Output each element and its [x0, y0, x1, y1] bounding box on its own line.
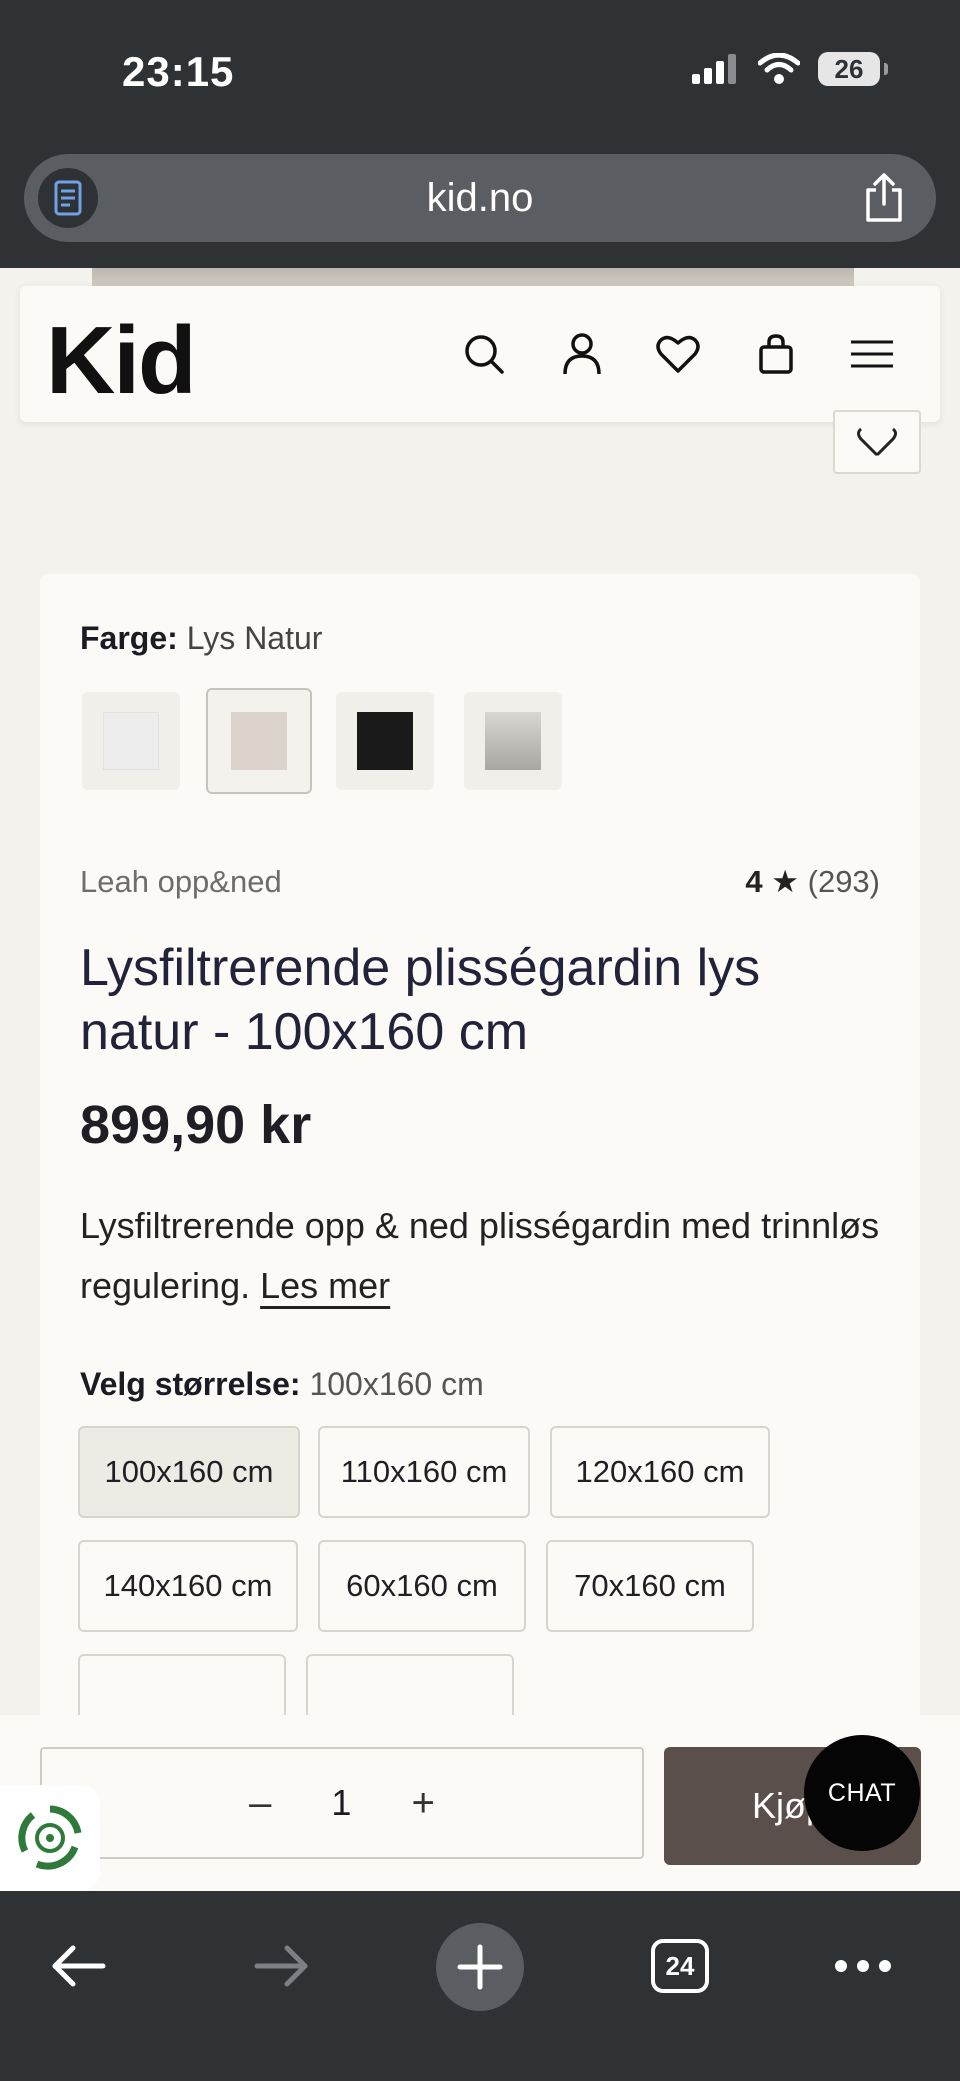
- status-icons: 26: [692, 52, 888, 86]
- menu-icon[interactable]: [848, 330, 896, 378]
- product-title: Lysfiltrerende plisségardin lys natur - …: [80, 939, 761, 1061]
- search-icon[interactable]: [460, 330, 508, 378]
- status-bar: 23:15 26: [0, 0, 960, 150]
- read-more-link[interactable]: Les mer: [260, 1265, 390, 1306]
- battery-icon: 26: [818, 52, 888, 86]
- swatch-white[interactable]: [82, 692, 180, 790]
- browser-toolbar: 24: [0, 1891, 960, 2081]
- tabs-count: 24: [651, 1939, 709, 1993]
- quantity-stepper: – 1 +: [40, 1747, 644, 1859]
- color-label-key: Farge:: [80, 620, 178, 656]
- url-bar[interactable]: kid.no: [24, 154, 936, 242]
- more-icon[interactable]: [832, 1911, 894, 2021]
- swatch-black[interactable]: [336, 692, 434, 790]
- forward-icon[interactable]: [246, 1911, 316, 2021]
- product-card: Farge: Lys Natur Leah opp&ned 4 ★ (293) …: [40, 574, 920, 1715]
- size-label-key: Velg størrelse:: [80, 1366, 301, 1402]
- description-text: Lysfiltrerende opp & ned plisségardin me…: [80, 1205, 880, 1306]
- qty-value[interactable]: 1: [331, 1782, 351, 1824]
- swatch-lys-natur[interactable]: [206, 688, 312, 794]
- tabs-button[interactable]: 24: [650, 1911, 710, 2021]
- recycle-icon: [18, 1805, 82, 1870]
- account-icon[interactable]: [558, 330, 606, 378]
- qty-plus-button[interactable]: +: [411, 1781, 434, 1826]
- plus-icon: [457, 1944, 503, 1990]
- star-icon: ★: [771, 864, 799, 899]
- size-option[interactable]: 140x160 cm: [78, 1540, 298, 1632]
- reader-icon[interactable]: [38, 168, 98, 228]
- size-label: Velg størrelse: 100x160 cm: [80, 1366, 484, 1403]
- swatch-grey[interactable]: [464, 692, 562, 790]
- cart-icon[interactable]: [752, 330, 800, 378]
- color-value: Lys Natur: [186, 620, 323, 656]
- new-tab-button[interactable]: [436, 1923, 524, 2011]
- product-price: 899,90 kr: [80, 1095, 312, 1155]
- product-image-edge: [92, 268, 854, 286]
- wifi-icon: [758, 53, 800, 84]
- share-icon[interactable]: [862, 172, 906, 229]
- product-brand[interactable]: Leah opp&ned: [80, 864, 282, 900]
- product-rating[interactable]: 4 ★ (293): [745, 864, 880, 900]
- size-option[interactable]: 100x160 cm: [78, 1426, 300, 1518]
- heart-icon: [857, 427, 897, 457]
- site-header: Kid: [20, 286, 940, 422]
- size-option-partial[interactable]: [306, 1654, 514, 1715]
- chat-button[interactable]: CHAT: [804, 1735, 920, 1851]
- wishlist-icon[interactable]: [654, 330, 702, 378]
- rating-value: 4: [745, 864, 763, 899]
- qty-minus-button[interactable]: –: [249, 1781, 271, 1826]
- site-logo[interactable]: Kid: [46, 306, 197, 416]
- browser-url-area: kid.no: [0, 150, 960, 268]
- eco-badge[interactable]: [0, 1785, 100, 1891]
- buy-bar: – 1 + Kjøp CHAT: [0, 1715, 960, 1891]
- add-to-wishlist-button[interactable]: [833, 410, 921, 474]
- size-option-partial[interactable]: [78, 1654, 286, 1715]
- page-content: Kid Farge: Lys Natur Leah opp&ned 4 ★ (2…: [0, 268, 960, 1715]
- back-icon[interactable]: [44, 1911, 114, 2021]
- size-option[interactable]: 70x160 cm: [546, 1540, 754, 1632]
- url-text[interactable]: kid.no: [24, 176, 936, 221]
- size-option[interactable]: 120x160 cm: [550, 1426, 770, 1518]
- size-value: 100x160 cm: [309, 1366, 484, 1402]
- status-time: 23:15: [122, 48, 235, 95]
- review-count: (293): [807, 864, 880, 899]
- signal-icon: [692, 54, 736, 84]
- color-label: Farge: Lys Natur: [80, 620, 322, 657]
- size-option[interactable]: 60x160 cm: [318, 1540, 526, 1632]
- product-description: Lysfiltrerende opp & ned plisségardin me…: [80, 1196, 880, 1316]
- size-option[interactable]: 110x160 cm: [318, 1426, 530, 1518]
